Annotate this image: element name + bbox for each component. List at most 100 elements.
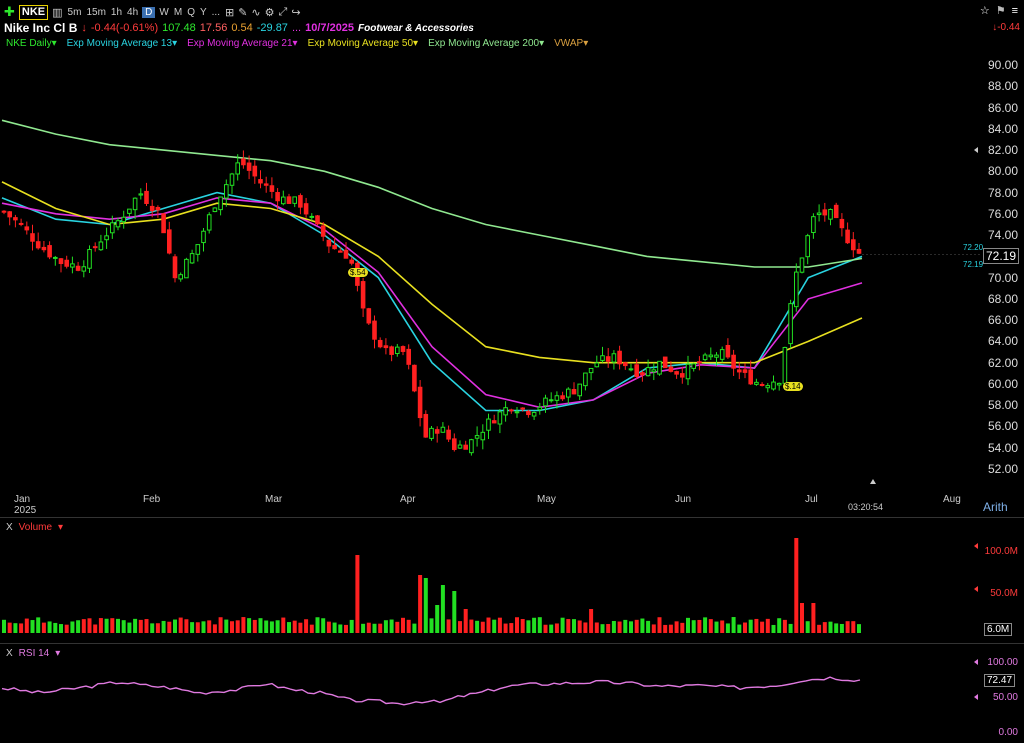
price-tick: 90.00: [987, 58, 1018, 72]
candle-body: [651, 369, 657, 373]
candle-body: [851, 239, 856, 251]
volume-bar: [788, 623, 793, 633]
chevron-down-icon[interactable]: ▾: [55, 648, 60, 659]
month-label: Apr: [400, 494, 416, 505]
candle-body: [252, 165, 258, 177]
volume-bar: [406, 619, 411, 633]
candle-body: [338, 250, 343, 253]
candle-body: [326, 239, 332, 247]
candle-body: [594, 362, 600, 368]
volume-bar: [127, 622, 132, 633]
rsi-axis-marker: [974, 659, 978, 665]
rsi-line: [1, 676, 861, 706]
price-tick: 54.00: [987, 440, 1018, 455]
volume-bar: [731, 617, 736, 633]
volume-bar: [606, 624, 611, 633]
candle-body: [218, 196, 223, 211]
volume-bar: [19, 623, 24, 633]
volume-bar: [760, 621, 765, 633]
volume-bar: [395, 621, 400, 633]
candle-body: [833, 204, 839, 219]
volume-bar: [241, 617, 246, 633]
candle-body: [657, 360, 662, 375]
candle-body: [121, 216, 127, 223]
candle-body: [822, 209, 828, 216]
volume-bar: [235, 620, 240, 633]
volume-bar: [7, 622, 12, 633]
candle-body: [731, 354, 736, 369]
volume-bar: [2, 619, 6, 633]
candle-body: [87, 249, 92, 269]
rsi-title: RSI 14: [18, 648, 50, 659]
rsi-close-icon[interactable]: X: [6, 648, 13, 659]
month-label: Jul: [805, 494, 818, 505]
scale-mode-button[interactable]: Arith: [983, 500, 1008, 514]
volume-bar: [355, 555, 360, 633]
candle-body: [64, 259, 70, 267]
volume-bar: [817, 624, 822, 633]
price-axis-marker: [974, 147, 978, 153]
volume-bar: [674, 621, 679, 633]
rsi-axis-50: 50.00: [992, 692, 1018, 703]
volume-bar: [857, 624, 861, 633]
volume-bar: [668, 624, 673, 633]
candle-body: [53, 256, 58, 259]
chevron-down-icon[interactable]: ▾: [58, 522, 63, 533]
volume-bar: [155, 623, 160, 633]
dividend-marker[interactable]: $.14: [783, 382, 803, 391]
volume-bar: [218, 617, 223, 633]
volume-close-icon[interactable]: X: [6, 522, 13, 533]
volume-bar: [104, 618, 109, 633]
candle-body: [92, 246, 98, 249]
volume-bar: [76, 620, 81, 633]
volume-bar: [344, 624, 348, 633]
candle-body: [263, 183, 269, 186]
volume-bar: [30, 620, 35, 633]
volume-bar: [634, 619, 639, 633]
price-tick: 56.00: [987, 419, 1018, 434]
candle-body: [235, 162, 240, 175]
last-price-tag: 72.19: [983, 248, 1020, 264]
candle-body: [132, 197, 138, 211]
volume-bar: [87, 618, 92, 633]
candle-body: [685, 363, 691, 380]
volume-bar: [195, 622, 200, 633]
volume-bar: [537, 617, 542, 633]
candle-body: [480, 431, 486, 441]
candle-body: [320, 225, 326, 237]
volume-bar: [811, 603, 816, 633]
dividend-marker[interactable]: $.54: [348, 268, 368, 277]
volume-bar: [743, 622, 747, 633]
candle-body: [548, 399, 554, 402]
candle-body: [486, 418, 491, 431]
volume-bar: [207, 620, 212, 633]
candle-body: [309, 215, 315, 218]
candle-body: [702, 354, 708, 361]
volume-bar: [589, 609, 594, 633]
volume-title: Volume: [18, 522, 53, 533]
volume-bar: [412, 623, 417, 633]
candle-body: [195, 244, 201, 255]
price-tick: 76.00: [987, 206, 1018, 221]
price-tick: 86.00: [987, 100, 1018, 115]
volume-bar: [577, 620, 582, 633]
candle-body: [640, 372, 645, 376]
candle-body: [298, 195, 303, 208]
candle-body: [292, 196, 297, 204]
price-tick: 88.00: [987, 79, 1018, 94]
candle-body: [58, 258, 64, 265]
price-tick: 84.00: [987, 121, 1018, 136]
volume-bar: [378, 623, 383, 633]
chart-canvas[interactable]: [0, 0, 1024, 743]
candle-body: [452, 438, 457, 450]
volume-bar: [275, 620, 280, 633]
candle-body: [605, 356, 611, 362]
price-tick: 58.00: [987, 398, 1018, 413]
candle-body: [463, 444, 468, 450]
volume-axis-50m: 50.0M: [990, 588, 1018, 599]
pane-divider: [0, 517, 1024, 518]
candle-body: [782, 346, 788, 384]
volume-bar: [41, 622, 46, 633]
volume-bar: [178, 617, 183, 633]
candle-body: [600, 355, 605, 361]
